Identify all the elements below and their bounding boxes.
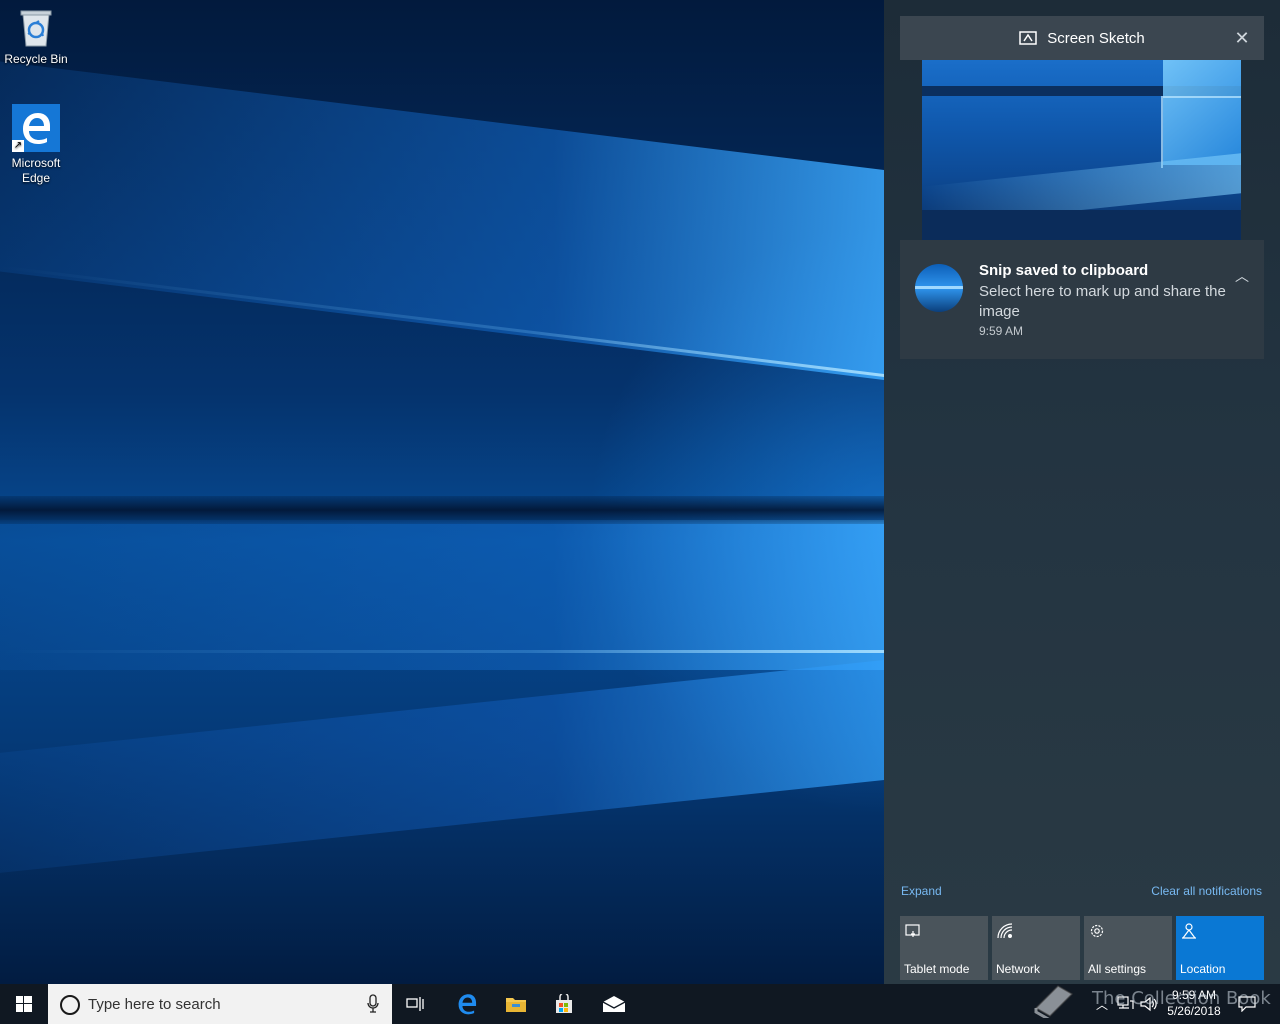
notification-group-header[interactable]: Screen Sketch ✕ [900,16,1264,60]
notification-title: Snip saved to clipboard [979,262,1149,279]
snip-preview-image[interactable] [922,60,1241,240]
network-tray-button[interactable] [1114,984,1136,1024]
action-center-button[interactable] [1234,984,1260,1024]
notification-group-title: Screen Sketch [1047,29,1145,47]
close-icon[interactable]: ✕ [1232,28,1252,48]
tablet-mode-icon [904,922,922,940]
taskbar-mail-button[interactable] [590,984,638,1024]
chevron-up-icon: ︿ [1095,997,1108,1012]
search-input[interactable]: Type here to search [48,984,392,1024]
desktop-icon-microsoft-edge[interactable]: ↗ Microsoft Edge [0,104,72,186]
microphone-icon[interactable] [366,994,380,1014]
desktop-icon-label: Recycle Bin [4,52,68,66]
notification-time: 9:59 AM [979,324,1024,338]
edge-icon [458,994,477,1015]
quick-action-network[interactable]: Network [992,916,1080,980]
wallpaper-band [0,496,884,524]
store-icon [556,994,572,1013]
folder-icon [506,998,526,1012]
quick-action-label: Network [996,962,1041,976]
start-button[interactable] [0,984,48,1024]
quick-action-tablet-mode[interactable]: Tablet mode [900,916,988,980]
taskbar: Type here to search ︿ 9:59 AM 5/26/2018 [0,984,1280,1024]
clock-time: 9:59 AM [1171,988,1217,1002]
screen-sketch-icon [1019,31,1037,45]
network-wired-icon [1117,996,1134,1009]
quick-action-label: Location [1180,962,1226,976]
taskbar-file-explorer-button[interactable] [492,984,540,1024]
mail-icon [602,996,626,1012]
shortcut-arrow-icon: ↗ [12,140,24,152]
quick-action-location[interactable]: Location [1176,916,1264,980]
task-view-icon [406,997,424,1011]
notification-body: Select here to mark up and share the ima… [979,283,1226,320]
taskbar-clock[interactable]: 9:59 AM 5/26/2018 [1160,987,1228,1019]
clear-all-notifications-link[interactable]: Clear all notifications [1151,884,1262,898]
expand-link[interactable]: Expand [901,884,942,898]
notification-icon [1238,996,1256,1012]
edge-icon: ↗ [12,104,60,152]
taskbar-edge-button[interactable] [443,984,491,1024]
quick-action-label: All settings [1088,962,1147,976]
task-view-button[interactable] [392,984,440,1024]
quick-actions: Tablet mode Network All settings Locatio… [900,916,1265,980]
volume-tray-button[interactable] [1138,984,1160,1024]
preview-floor [922,210,1241,240]
chevron-up-icon[interactable]: ︿ [1234,266,1250,284]
desktop-wallpaper: Recycle Bin ↗ Microsoft Edge [0,0,884,984]
light-beam [0,34,884,380]
desktop-icon-recycle-bin[interactable]: Recycle Bin [0,8,72,67]
show-hidden-icons-button[interactable]: ︿ [1092,984,1112,1024]
location-icon [1180,922,1198,940]
gear-icon [1088,922,1106,940]
quick-action-all-settings[interactable]: All settings [1084,916,1172,980]
taskbar-store-button[interactable] [540,984,588,1024]
volume-icon [1140,996,1157,1012]
quick-action-label: Tablet mode [904,962,970,976]
search-placeholder: Type here to search [88,996,221,1013]
desktop-icon-label: Microsoft Edge [11,156,61,185]
notification-thumbnail [915,264,963,312]
action-center-panel: Screen Sketch ✕ Snip saved to clipboard … [884,0,1280,984]
light-beam [0,520,884,670]
notification-toast[interactable]: Snip saved to clipboard Select here to m… [900,240,1264,359]
cortana-icon [60,995,80,1015]
windows-logo-icon [16,996,32,1012]
wallpaper-glow-line [0,650,884,653]
light-beam [0,660,884,896]
network-icon [996,922,1014,940]
clock-date: 5/26/2018 [1167,1004,1221,1018]
recycle-bin-icon [19,8,53,48]
